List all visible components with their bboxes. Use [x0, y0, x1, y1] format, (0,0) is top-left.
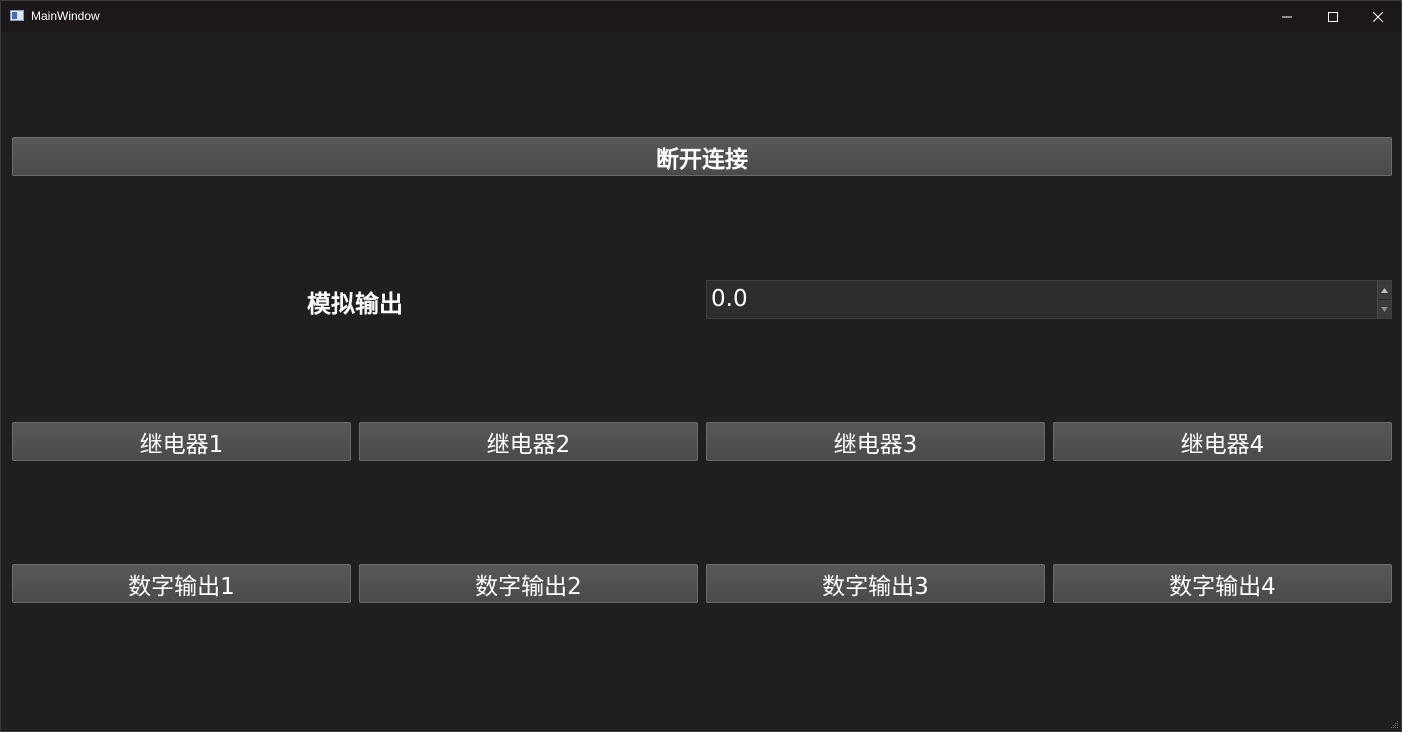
spin-down-button[interactable] [1378, 300, 1391, 318]
digital-output-4-button[interactable]: 数字输出4 [1053, 564, 1392, 603]
analog-output-value[interactable]: 0.0 [711, 281, 748, 318]
relay-2-button[interactable]: 继电器2 [359, 422, 698, 461]
minimize-button[interactable] [1264, 1, 1310, 32]
main-window: MainWindow 断开连接 模拟输出 0.0 继电器1 继电器2 继电器3 … [0, 0, 1402, 732]
relay-1-button[interactable]: 继电器1 [12, 422, 351, 461]
spin-up-button[interactable] [1378, 281, 1391, 300]
disconnect-button[interactable]: 断开连接 [12, 137, 1392, 176]
title-bar[interactable]: MainWindow [1, 1, 1401, 32]
window-title: MainWindow [31, 9, 100, 23]
analog-output-label: 模拟输出 [307, 289, 403, 318]
digital-output-2-button[interactable]: 数字输出2 [359, 564, 698, 603]
app-window-icon [10, 10, 24, 21]
spin-up-arrow-icon [1381, 287, 1388, 293]
close-icon [1373, 11, 1383, 22]
spinbox-arrows [1377, 281, 1391, 318]
resize-grip-icon[interactable] [1389, 719, 1399, 729]
digital-output-1-button[interactable]: 数字输出1 [12, 564, 351, 603]
digital-output-3-button[interactable]: 数字输出3 [706, 564, 1045, 603]
relay-4-button[interactable]: 继电器4 [1053, 422, 1392, 461]
minimize-icon [1282, 16, 1292, 17]
maximize-icon [1328, 11, 1338, 22]
relay-3-button[interactable]: 继电器3 [706, 422, 1045, 461]
close-button[interactable] [1355, 1, 1401, 32]
analog-output-spinbox[interactable]: 0.0 [706, 280, 1392, 319]
spin-down-arrow-icon [1381, 306, 1388, 312]
maximize-button[interactable] [1310, 1, 1356, 32]
